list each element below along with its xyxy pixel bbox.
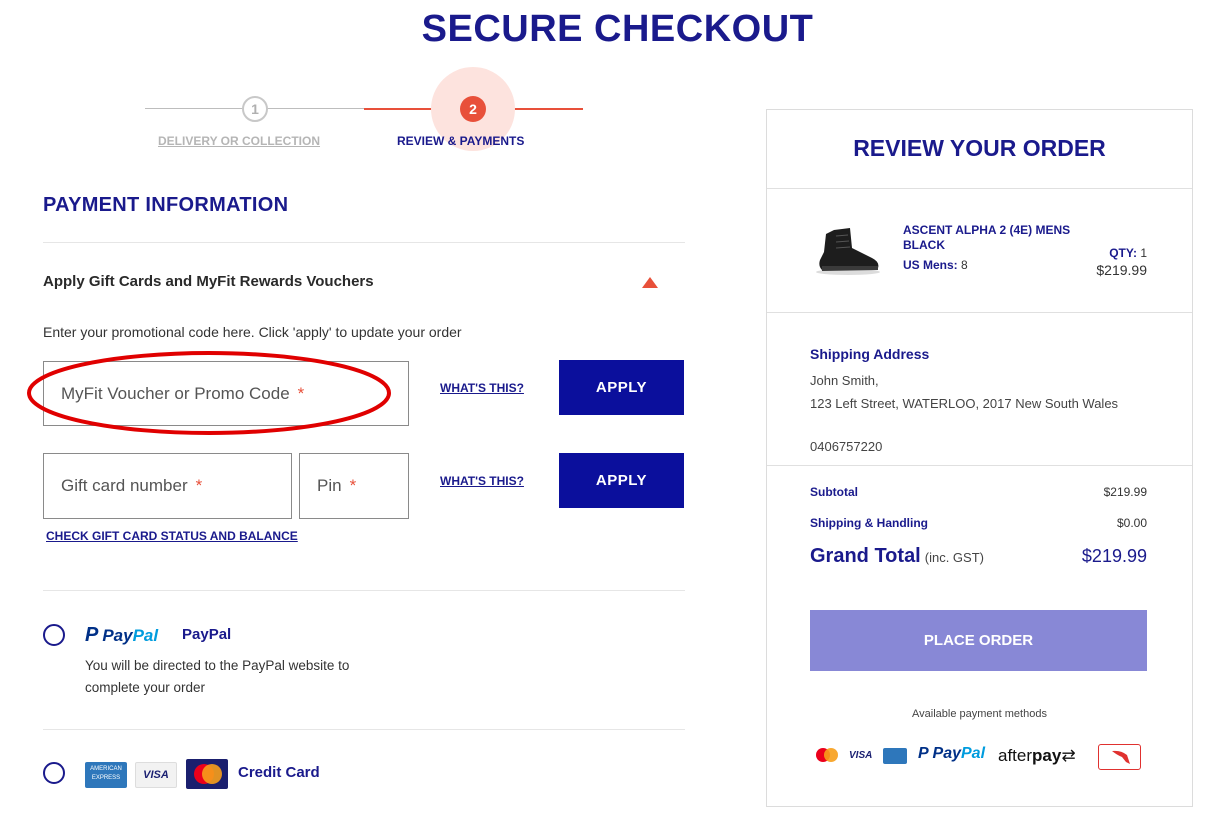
whats-this-promo-link[interactable]: WHAT'S THIS?: [440, 381, 524, 395]
paypal-p-icon: P: [85, 624, 99, 646]
paypal-radio[interactable]: [43, 624, 65, 646]
afterpay-pay-text: pay: [1032, 746, 1062, 765]
afterpay-after-text: after: [998, 746, 1033, 765]
divider: [767, 188, 1192, 189]
subtotal-value: $219.99: [1103, 485, 1147, 499]
promo-code-placeholder: MyFit Voucher or Promo Code: [61, 383, 290, 403]
paypal-p-icon: P: [918, 745, 929, 762]
gift-card-status-link[interactable]: CHECK GIFT CARD STATUS AND BALANCE: [46, 529, 298, 543]
product-name[interactable]: ASCENT ALPHA 2 (4E) MENS BLACK: [903, 223, 1073, 253]
paypal-description: You will be directed to the PayPal websi…: [85, 658, 350, 695]
step-1-indicator[interactable]: 1: [242, 96, 268, 122]
product-qty: QTY: 1: [1060, 246, 1147, 260]
available-payment-methods-label: Available payment methods: [912, 708, 1047, 720]
paypal-logo: P Pay Pal: [85, 624, 158, 647]
credit-card-radio[interactable]: [43, 762, 65, 784]
mastercard-icon: [186, 759, 228, 789]
gst-note: (inc. GST): [924, 550, 984, 565]
page-title: SECURE CHECKOUT: [421, 8, 814, 50]
afterpay-icon: afterpay⇄: [998, 746, 1076, 766]
shipping-handling-value: $0.00: [1116, 516, 1147, 530]
amex-icon: [883, 748, 907, 764]
paypal-logo-pay: Pay: [102, 625, 133, 645]
required-mark: *: [297, 383, 305, 403]
paypal-icon: P PayPal: [918, 745, 985, 763]
divider: [767, 465, 1192, 466]
place-order-button[interactable]: PLACE ORDER: [810, 610, 1147, 671]
product-price: $219.99: [1096, 262, 1147, 278]
qantas-icon: [1098, 744, 1141, 770]
shipping-phone: 0406757220: [810, 439, 883, 454]
mastercard-yellow-circle: [202, 764, 222, 784]
visa-card-icon: VISA: [135, 762, 177, 788]
divider: [43, 590, 685, 591]
step-2-indicator: 2: [460, 96, 486, 122]
pin-placeholder: Pin: [317, 476, 342, 495]
shipping-street: 123 Left Street, WATERLOO, 2017 New Sout…: [810, 396, 1119, 411]
paypal-option-title: PayPal: [182, 626, 232, 643]
credit-card-option-title: Credit Card: [238, 764, 320, 781]
divider: [43, 242, 685, 243]
divider: [43, 729, 685, 730]
qantas-kangaroo-icon: [1112, 750, 1130, 764]
paypal-logo-pal: Pal: [132, 625, 159, 645]
apply-gift-card-button[interactable]: APPLY: [559, 453, 684, 508]
gift-card-pin-input[interactable]: Pin *: [299, 453, 409, 519]
shipping-handling-label: Shipping & Handling: [810, 516, 928, 530]
apply-promo-button[interactable]: APPLY: [559, 360, 684, 415]
qty-label: QTY:: [1109, 246, 1137, 260]
mastercard-icon: [816, 748, 838, 762]
grand-total-text: Grand Total: [810, 545, 921, 567]
grand-total-value: $219.99: [1081, 546, 1147, 566]
collapse-arrow-icon[interactable]: [642, 277, 658, 288]
product-size: US Mens: 8: [903, 258, 968, 272]
payment-section-title: PAYMENT INFORMATION: [43, 194, 289, 216]
amex-card-icon: AMERICAN EXPRESS: [85, 762, 127, 788]
step-delivery-link[interactable]: DELIVERY OR COLLECTION: [158, 134, 320, 148]
shipping-name: John Smith,: [810, 373, 879, 388]
promo-code-input[interactable]: MyFit Voucher or Promo Code *: [43, 361, 409, 426]
order-review-panel: [766, 109, 1193, 807]
size-label: US Mens:: [903, 258, 958, 272]
product-boot-image: [816, 228, 880, 275]
step-review-label: REVIEW & PAYMENTS: [397, 134, 525, 148]
paypal-pal-text: Pal: [961, 745, 986, 762]
visa-icon: VISA: [849, 750, 873, 761]
whats-this-gift-link[interactable]: WHAT'S THIS?: [440, 474, 524, 488]
subtotal-label: Subtotal: [810, 485, 858, 499]
order-review-title: REVIEW YOUR ORDER: [853, 135, 1106, 161]
grand-total-label: Grand Total (inc. GST): [810, 545, 984, 568]
gift-card-number-input[interactable]: Gift card number *: [43, 453, 292, 519]
required-mark: *: [195, 476, 203, 495]
gift-vouchers-heading[interactable]: Apply Gift Cards and MyFit Rewards Vouch…: [43, 273, 374, 290]
promo-instructions: Enter your promotional code here. Click …: [43, 324, 462, 340]
gift-card-placeholder: Gift card number: [61, 476, 188, 495]
size-value: 8: [961, 258, 968, 272]
divider: [767, 312, 1192, 313]
shipping-address-title: Shipping Address: [810, 346, 930, 362]
required-mark: *: [349, 476, 357, 495]
paypal-pay-text: Pay: [932, 745, 961, 762]
afterpay-arrows-icon: ⇄: [1061, 746, 1076, 765]
qty-value: 1: [1140, 246, 1147, 260]
